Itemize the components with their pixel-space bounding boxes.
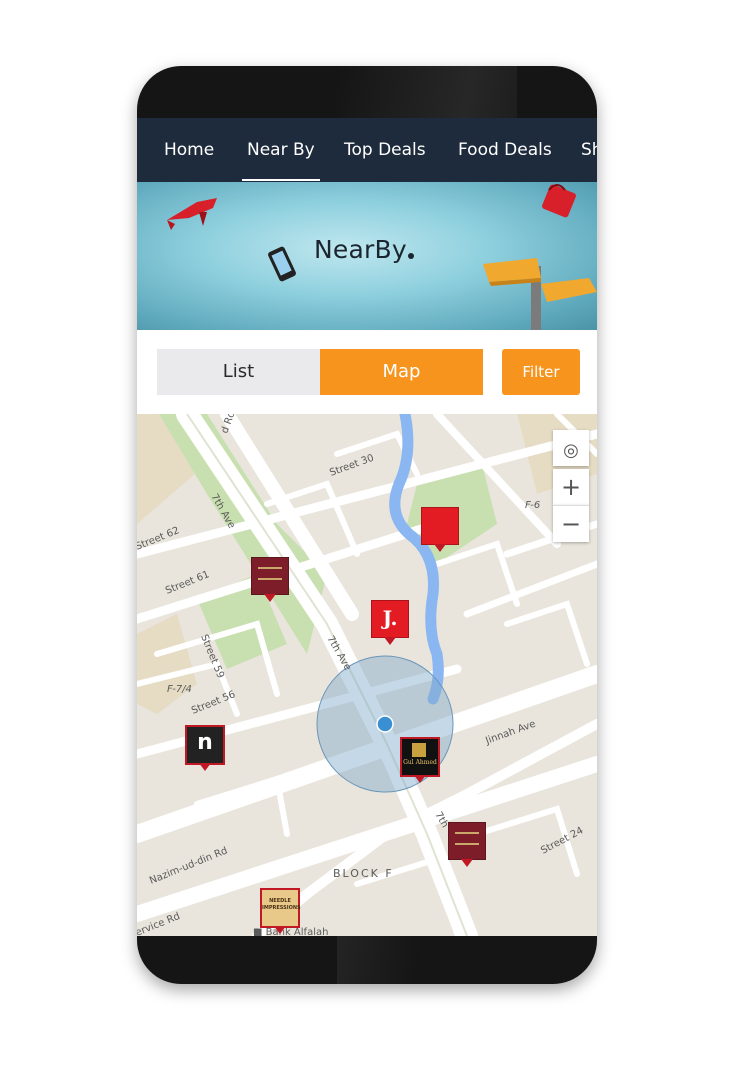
tab-food-deals[interactable]: Food Deals xyxy=(458,118,552,182)
map-marker-maroon-logo-2[interactable] xyxy=(448,822,486,867)
tab-shopping[interactable]: Sh xyxy=(581,118,597,182)
svg-text:F-7/4: F-7/4 xyxy=(167,684,192,695)
svg-text:Street 61: Street 61 xyxy=(164,569,211,597)
red-bag-icon xyxy=(542,184,576,218)
nearby-banner: NearBy xyxy=(137,182,597,330)
red-heel-icon xyxy=(167,198,217,230)
zoom-out-button[interactable]: − xyxy=(553,505,589,542)
map-marker-j-logo[interactable]: J. xyxy=(371,600,409,645)
map-marker-red-pin[interactable] xyxy=(421,507,459,552)
map-marker-maroon-logo-1[interactable] xyxy=(251,557,289,602)
map-marker-n-logo[interactable]: n xyxy=(185,725,225,771)
map-canvas: d Rd 7th Ave Street 30 Street 62 Street … xyxy=(137,414,597,936)
map-marker-needle-impressions[interactable]: NEEDLE IMPRESSIONS xyxy=(260,888,301,934)
zoom-in-button[interactable]: + xyxy=(553,469,589,505)
filter-button[interactable]: Filter xyxy=(502,349,580,395)
app-screen: Home Near By Top Deals Food Deals Sh xyxy=(137,118,597,936)
phone-frame: Home Near By Top Deals Food Deals Sh xyxy=(137,66,597,984)
current-location-dot xyxy=(376,715,394,733)
svg-text:Street 30: Street 30 xyxy=(328,453,375,479)
locate-icon: ◎ xyxy=(563,440,579,461)
phone-icon xyxy=(268,246,296,282)
tab-top-deals[interactable]: Top Deals xyxy=(344,118,426,182)
svg-text:BLOCK F: BLOCK F xyxy=(333,867,394,880)
map-view[interactable]: d Rd 7th Ave Street 30 Street 62 Street … xyxy=(137,414,597,936)
locate-button[interactable]: ◎ xyxy=(553,430,589,466)
list-toggle-button[interactable]: List xyxy=(157,349,320,395)
svg-text:■ Bank Alfalah: ■ Bank Alfalah xyxy=(253,927,328,936)
tab-home[interactable]: Home xyxy=(164,118,214,182)
signpost-icon xyxy=(483,258,597,330)
map-marker-gul-ahmed[interactable]: Gul Ahmed xyxy=(400,737,440,783)
svg-text:Jinnah Ave: Jinnah Ave xyxy=(483,719,537,748)
tab-near-by[interactable]: Near By xyxy=(242,118,320,182)
banner-dot xyxy=(408,253,414,259)
map-toggle-button[interactable]: Map xyxy=(320,349,483,395)
top-nav: Home Near By Top Deals Food Deals Sh xyxy=(137,118,597,182)
svg-text:F-6: F-6 xyxy=(525,500,540,511)
banner-title: NearBy xyxy=(314,235,407,264)
